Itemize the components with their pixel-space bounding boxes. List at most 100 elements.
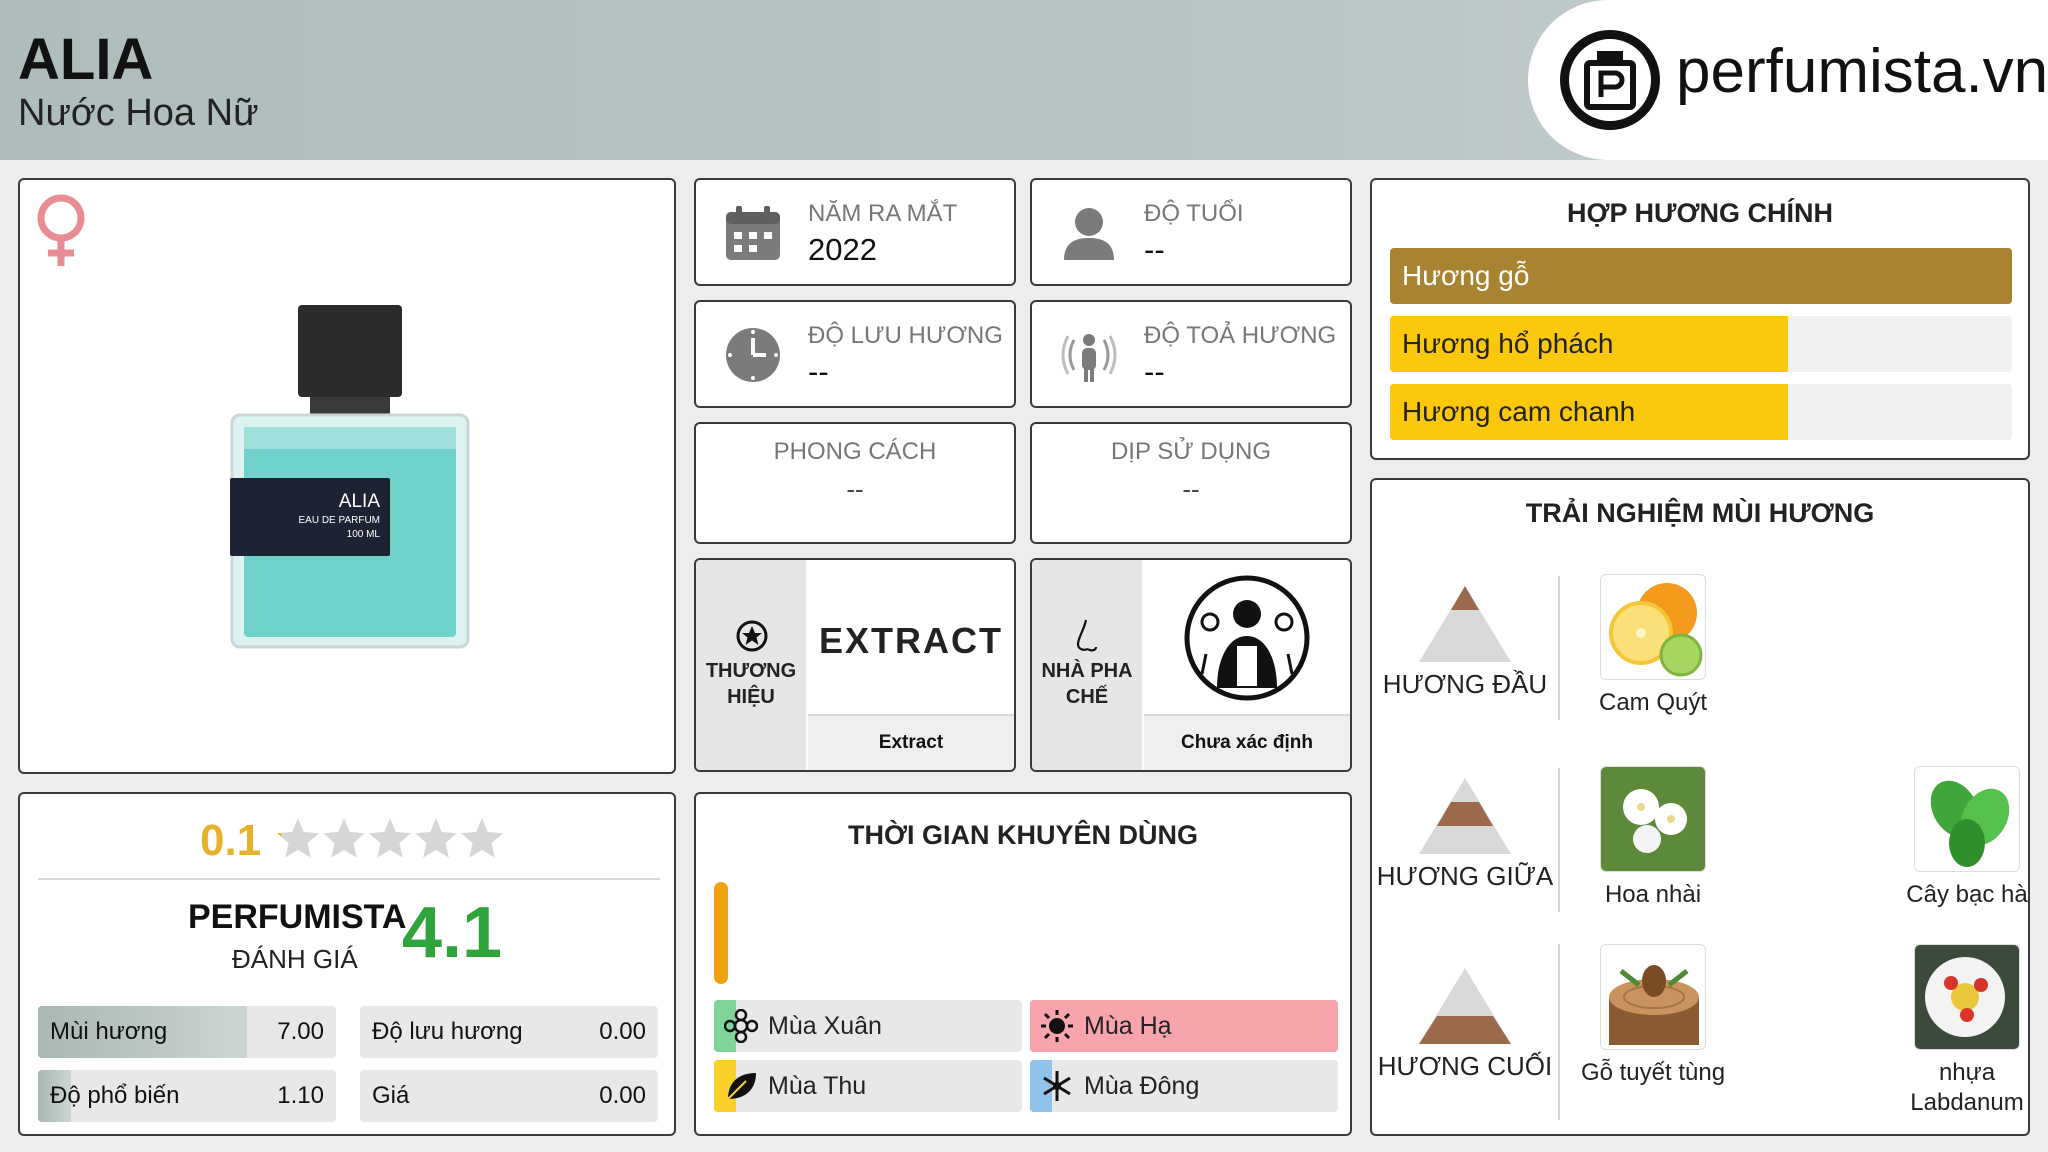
page-title: ALIA <box>18 27 154 92</box>
rating-card: 0.1 PERFUMISTA ĐÁNH GIÁ 4.1 Mùi hương 7.0… <box>18 792 676 1136</box>
day-night-bar <box>714 882 728 984</box>
base-notes-label: HƯƠNG CUỐI <box>1377 1051 1553 1081</box>
occasion-value: -- <box>1182 474 1200 504</box>
season-label: Mùa Thu <box>768 1072 867 1100</box>
longevity-value: -- <box>808 354 829 389</box>
brand-name: Extract <box>878 732 944 753</box>
site-logo[interactable]: perfumista.vn <box>1528 0 2048 160</box>
mint-image <box>1914 766 2020 872</box>
top-notes-label: HƯƠNG ĐẦU <box>1382 669 1548 699</box>
rating-metric-label: Độ phổ biến <box>50 1082 180 1109</box>
season-label: Mùa Đông <box>1084 1072 1200 1100</box>
sillage-label: ĐỘ TOẢ HƯƠNG <box>1144 322 1337 349</box>
rating-metric: Độ phổ biến 1.10 <box>38 1070 336 1122</box>
age-label: ĐỘ TUỔI <box>1144 200 1244 227</box>
leaf-icon <box>724 1069 758 1108</box>
style-card: PHONG CÁCH -- <box>694 422 1016 544</box>
rating-star-icon[interactable] <box>277 818 319 858</box>
longevity-card: ĐỘ LƯU HƯƠNG -- <box>694 300 1016 408</box>
brand-logo[interactable]: EXTRACT <box>808 562 1014 714</box>
note-cay-bac-ha[interactable]: Cây bạc hà <box>1892 766 2042 910</box>
season-summer: Mùa Hạ <box>1030 1000 1338 1052</box>
rating-star-icon[interactable] <box>415 818 457 858</box>
calendar-icon <box>724 204 782 267</box>
pyramid-top-icon <box>1419 586 1511 662</box>
style-label: PHONG CÁCH <box>773 438 937 465</box>
rating-star-icon[interactable] <box>323 818 365 858</box>
accord-bar: Hương gỗ <box>1390 248 2012 304</box>
main-accords-card: HỢP HƯƠNG CHÍNH Hương gỗ Hương hổ phách Hư… <box>1370 178 2030 460</box>
season-autumn: Mùa Thu <box>714 1060 1022 1112</box>
brand-label: THƯƠNG HIỆU <box>705 660 797 708</box>
flower-icon <box>723 1008 759 1048</box>
accord-label: Hương gỗ <box>1402 260 1530 291</box>
snowflake-icon <box>1040 1069 1074 1108</box>
note-label: Gỗ tuyết tùng <box>1580 1059 1726 1086</box>
perfumista-rating-score: 4.1 <box>402 893 503 973</box>
season-winter: Mùa Đông <box>1030 1060 1338 1112</box>
brand-card[interactable]: THƯƠNG HIỆU EXTRACT Extract <box>694 558 1016 772</box>
perfumer-name-footer[interactable]: Chưa xác định <box>1144 714 1350 770</box>
note-label: Cam Quýt <box>1598 689 1708 716</box>
labdanum-image <box>1914 944 2020 1050</box>
age-card: ĐỘ TUỔI -- <box>1030 178 1352 286</box>
page-subtitle: Nước Hoa Nữ <box>18 92 259 134</box>
perfumer-name: Chưa xác định <box>1180 732 1313 753</box>
accord-bar: Hương cam chanh <box>1390 384 2012 440</box>
perfumer-label: NHÀ PHA CHẾ <box>1041 660 1133 708</box>
perfumista-rating-title: PERFUMISTA <box>188 898 407 936</box>
sillage-card: ĐỘ TOẢ HƯƠNG -- <box>1030 300 1352 408</box>
top-notes-tier: HƯƠNG ĐẦU <box>1372 584 1558 700</box>
accord-label: Hương hổ phách <box>1402 328 1614 359</box>
note-label: Cây bạc hà <box>1906 881 2028 908</box>
rating-star-icon[interactable] <box>369 818 411 858</box>
season-label: Mùa Hạ <box>1084 1012 1172 1040</box>
rating-metric-label: Độ lưu hương <box>372 1018 523 1045</box>
occasion-label: DỊP SỬ DỤNG <box>1110 438 1272 465</box>
nose-icon <box>1074 618 1102 659</box>
longevity-label: ĐỘ LƯU HƯƠNG <box>808 322 1003 349</box>
note-go-tuyet-tung[interactable]: Gỗ tuyết tùng <box>1578 944 1728 1088</box>
person-icon <box>1060 204 1118 267</box>
radiating-person-icon <box>1060 326 1118 389</box>
pyramid-base-icon <box>1419 968 1511 1044</box>
sillage-value: -- <box>1144 354 1165 389</box>
middle-notes-label: HƯƠNG GIỮA <box>1376 861 1554 891</box>
note-label: nhựa Labdanum <box>1910 1059 2024 1116</box>
rating-metric-value: 0.00 <box>599 1018 646 1045</box>
note-nhua-labdanum[interactable]: nhựa Labdanum <box>1892 944 2042 1118</box>
site-logo-text: perfumista.vn <box>1676 37 2048 106</box>
base-notes-tier: HƯƠNG CUỐI <box>1372 966 1558 1082</box>
bottle-label-type: EAU DE PARFUM <box>298 515 381 526</box>
perfumer-card[interactable]: NHÀ PHA CHẾ Chưa xác định <box>1030 558 1352 772</box>
user-rating-score: 0.1 <box>200 816 262 865</box>
scent-notes-title: TRẢI NGHIỆM MÙI HƯƠNG <box>1525 498 1875 528</box>
note-cam-quyt[interactable]: Cam Quýt <box>1578 574 1728 718</box>
perfume-bottle-image: ALIA EAU DE PARFUM 100 ML <box>230 305 470 655</box>
brand-logo-text: EXTRACT <box>819 620 1003 661</box>
note-hoa-nhai[interactable]: Hoa nhài <box>1578 766 1728 910</box>
perfumer-avatar <box>1144 562 1350 714</box>
header: ALIA Nước Hoa Nữ perfumista.vn <box>0 0 2048 160</box>
middle-notes-divider <box>1558 768 1560 912</box>
base-notes-divider <box>1558 944 1560 1120</box>
season-spring: Mùa Xuân <box>714 1000 1022 1052</box>
perfumer-label-panel: NHÀ PHA CHẾ <box>1032 560 1142 770</box>
accord-bar: Hương hổ phách <box>1390 316 2012 372</box>
rating-metric: Mùi hương 7.00 <box>38 1006 336 1058</box>
rating-metric-label: Mùi hương <box>50 1018 168 1045</box>
note-label: Hoa nhài <box>1604 881 1702 908</box>
brand-name-footer[interactable]: Extract <box>808 714 1014 770</box>
star-badge-icon <box>736 620 768 657</box>
citrus-image <box>1600 574 1706 680</box>
star-rating[interactable] <box>274 814 514 869</box>
style-value: -- <box>846 474 864 504</box>
rating-metric-value: 1.10 <box>277 1082 324 1109</box>
cedarwood-image <box>1600 944 1706 1050</box>
pyramid-middle-icon <box>1419 778 1511 854</box>
accord-label: Hương cam chanh <box>1402 396 1636 427</box>
rating-star-icon[interactable] <box>461 818 503 858</box>
jasmine-image <box>1600 766 1706 872</box>
release-year-label: NĂM RA MẮT <box>808 200 958 227</box>
main-accords-title: HỢP HƯƠNG CHÍNH <box>1567 198 1833 228</box>
